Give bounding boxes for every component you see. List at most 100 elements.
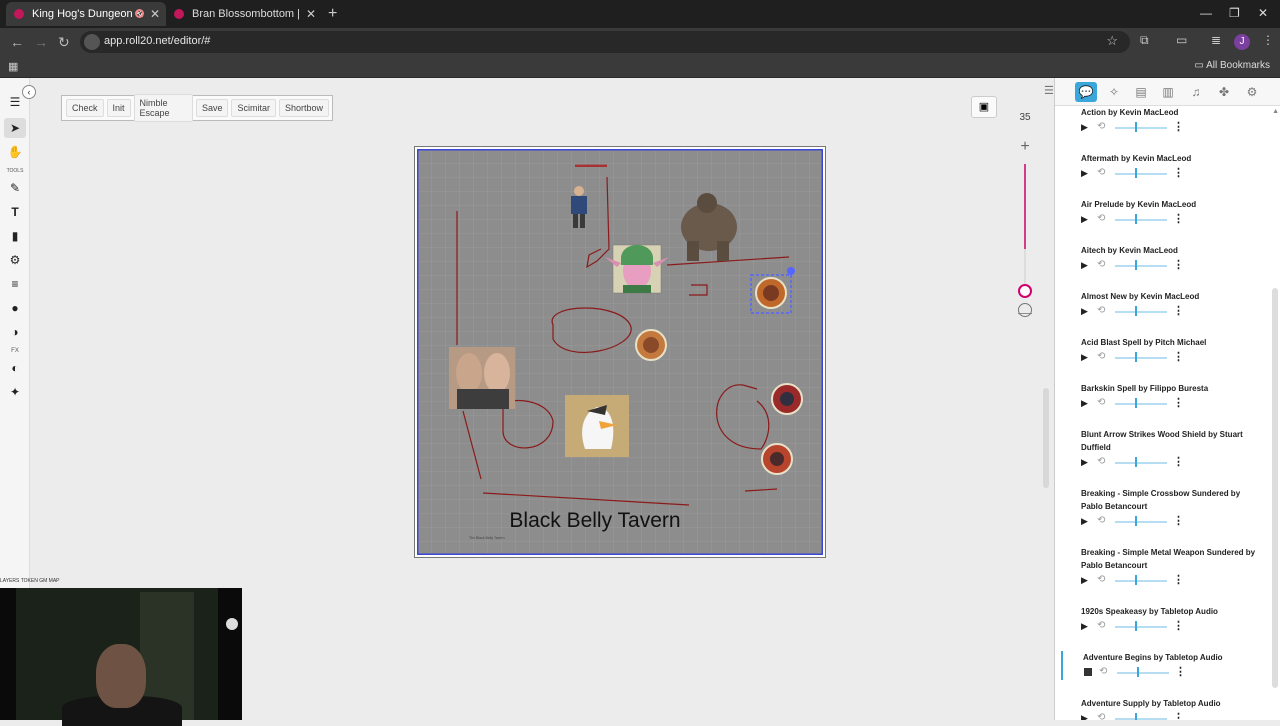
minimize-icon[interactable]: — <box>1200 6 1212 20</box>
all-bookmarks-link[interactable]: ▭ All Bookmarks <box>1194 60 1270 71</box>
volume-handle[interactable] <box>1135 575 1137 585</box>
tab-settings-icon[interactable]: ⚙ <box>1241 82 1263 102</box>
more-icon[interactable]: ⋮ <box>1173 258 1184 271</box>
apps-grid-icon[interactable]: ▦ <box>8 60 18 73</box>
macro-shortbow-button[interactable]: Shortbow <box>278 99 329 117</box>
play-icon[interactable]: ▶ <box>1081 306 1088 317</box>
list-item[interactable]: Acid Blast Spell by Pitch Michael ▶ ⟲ ⋮ <box>1061 336 1261 365</box>
token-masked-rogue[interactable] <box>771 383 803 415</box>
site-info-icon[interactable] <box>84 34 100 50</box>
volume-handle[interactable] <box>1135 306 1137 316</box>
play-icon[interactable]: ▶ <box>1081 168 1088 179</box>
play-icon[interactable]: ▶ <box>1081 713 1088 720</box>
play-icon[interactable]: ▶ <box>1081 575 1088 586</box>
macro-check-button[interactable]: Check <box>66 99 104 117</box>
volume-slider[interactable] <box>1115 357 1167 359</box>
macro-init-button[interactable]: Init <box>106 99 131 117</box>
back-icon[interactable]: ← <box>10 34 24 50</box>
list-item[interactable]: Barkskin Spell by Filippo Buresta ▶ ⟲ ⋮ <box>1061 382 1261 411</box>
play-icon[interactable]: ▶ <box>1081 398 1088 409</box>
sidebar-scrollbar[interactable] <box>1272 288 1278 688</box>
volume-slider[interactable] <box>1115 521 1167 523</box>
ruler-tool-icon[interactable]: ≡ <box>4 274 26 294</box>
token-dwarf[interactable] <box>761 443 793 475</box>
more-icon[interactable]: ⋮ <box>1173 120 1184 133</box>
volume-handle[interactable] <box>1135 352 1137 362</box>
dice-tool-icon[interactable]: ⚙ <box>4 250 26 270</box>
pan-tool-icon[interactable]: ✋ <box>4 142 26 162</box>
volume-handle[interactable] <box>1135 398 1137 408</box>
restore-icon[interactable]: ❐ <box>1229 6 1240 20</box>
token-goblin[interactable] <box>635 329 667 361</box>
token-two-men-photo[interactable] <box>449 347 515 409</box>
more-icon[interactable]: ⋮ <box>1173 455 1184 468</box>
loop-icon[interactable]: ⟲ <box>1099 666 1107 677</box>
volume-slider[interactable] <box>1115 311 1167 313</box>
extensions-icon[interactable]: ⧉ <box>1140 33 1149 48</box>
browser-tab[interactable]: Bran Blossombottom | Roll20 C ✕ <box>166 2 322 26</box>
volume-handle[interactable] <box>1135 621 1137 631</box>
stop-icon[interactable] <box>1084 668 1092 676</box>
tab-compendium-icon[interactable]: ✧ <box>1103 82 1125 102</box>
map-canvas[interactable]: ▬▬▬▬ Black Belly Tavern The Black Belly … <box>414 146 826 558</box>
close-tab-icon[interactable]: ✕ <box>150 7 160 21</box>
forward-icon[interactable]: → <box>34 34 48 50</box>
profile-avatar[interactable]: J <box>1234 34 1250 50</box>
bookmark-star-icon[interactable]: ☆ <box>1106 33 1118 49</box>
volume-slider[interactable] <box>1115 265 1167 267</box>
ping-tool-icon[interactable]: ● <box>4 298 26 318</box>
close-window-icon[interactable]: ✕ <box>1258 6 1268 20</box>
volume-handle[interactable] <box>1135 713 1137 720</box>
play-icon[interactable]: ▶ <box>1081 516 1088 527</box>
more-icon[interactable]: ⋮ <box>1173 514 1184 527</box>
volume-handle[interactable] <box>1135 457 1137 467</box>
loop-icon[interactable]: ⟲ <box>1097 351 1105 362</box>
tab-collection-icon[interactable]: ✤ <box>1213 82 1235 102</box>
play-icon[interactable]: ▶ <box>1081 260 1088 271</box>
volume-handle[interactable] <box>1135 516 1137 526</box>
more-icon[interactable]: ⋮ <box>1173 212 1184 225</box>
loop-icon[interactable]: ⟲ <box>1097 397 1105 408</box>
volume-slider[interactable] <box>1115 580 1167 582</box>
recenter-icon[interactable] <box>1018 303 1032 317</box>
select-tool-icon[interactable]: ➤ <box>4 118 26 138</box>
browser-menu-icon[interactable]: ⋮ <box>1262 33 1274 47</box>
more-icon[interactable]: ⋮ <box>1175 665 1186 678</box>
loop-icon[interactable]: ⟲ <box>1097 259 1105 270</box>
new-tab-icon[interactable]: + <box>328 5 337 23</box>
card-deck-icon[interactable]: ▣ <box>971 96 997 118</box>
list-item[interactable]: 1920s Speakeasy by Tabletop Audio ▶ ⟲ ⋮ <box>1061 605 1261 634</box>
loop-icon[interactable]: ⟲ <box>1097 121 1105 132</box>
list-item[interactable]: Blunt Arrow Strikes Wood Shield by Stuar… <box>1061 428 1261 470</box>
list-item[interactable]: Breaking - Simple Metal Weapon Sundered … <box>1061 546 1261 588</box>
macro-scimitar-button[interactable]: Scimitar <box>231 99 276 117</box>
play-icon[interactable]: ▶ <box>1081 621 1088 632</box>
token-elf-portrait[interactable] <box>605 244 669 294</box>
volume-handle[interactable] <box>1135 168 1137 178</box>
scroll-up-icon[interactable]: ▲ <box>1272 108 1279 115</box>
token-goose[interactable] <box>565 395 629 457</box>
volume-handle[interactable] <box>1137 667 1139 677</box>
volume-slider[interactable] <box>1115 462 1167 464</box>
list-item[interactable]: Aftermath by Kevin MacLeod ▶ ⟲ ⋮ <box>1061 152 1261 181</box>
more-icon[interactable]: ⋮ <box>1173 166 1184 179</box>
card-tool-icon[interactable]: ▮ <box>4 226 26 246</box>
macro-save-button[interactable]: Save <box>195 99 229 117</box>
draw-tool-icon[interactable]: ✎ <box>4 178 26 198</box>
tab-journal-icon[interactable]: ▤ <box>1130 82 1152 102</box>
list-item[interactable]: Aitech by Kevin MacLeod ▶ ⟲ ⋮ <box>1061 244 1261 273</box>
loop-icon[interactable]: ⟲ <box>1097 712 1105 720</box>
play-icon[interactable]: ▶ <box>1081 214 1088 225</box>
volume-slider[interactable] <box>1115 127 1167 129</box>
volume-slider[interactable] <box>1115 219 1167 221</box>
list-item[interactable]: Almost New by Kevin MacLeod ▶ ⟲ ⋮ <box>1061 290 1261 319</box>
volume-slider[interactable] <box>1117 672 1169 674</box>
browser-tab-active[interactable]: King Hog's Dungeon & Dra ✕ <box>6 2 166 26</box>
cast-icon[interactable]: ▭ <box>1176 33 1187 47</box>
zoom-in-icon[interactable]: + <box>1014 138 1036 156</box>
reload-icon[interactable]: ↻ <box>58 34 70 51</box>
loop-icon[interactable]: ⟲ <box>1097 574 1105 585</box>
loop-icon[interactable]: ⟲ <box>1097 456 1105 467</box>
tab-chat-icon[interactable]: 💬 <box>1075 82 1097 102</box>
play-icon[interactable]: ▶ <box>1081 457 1088 468</box>
